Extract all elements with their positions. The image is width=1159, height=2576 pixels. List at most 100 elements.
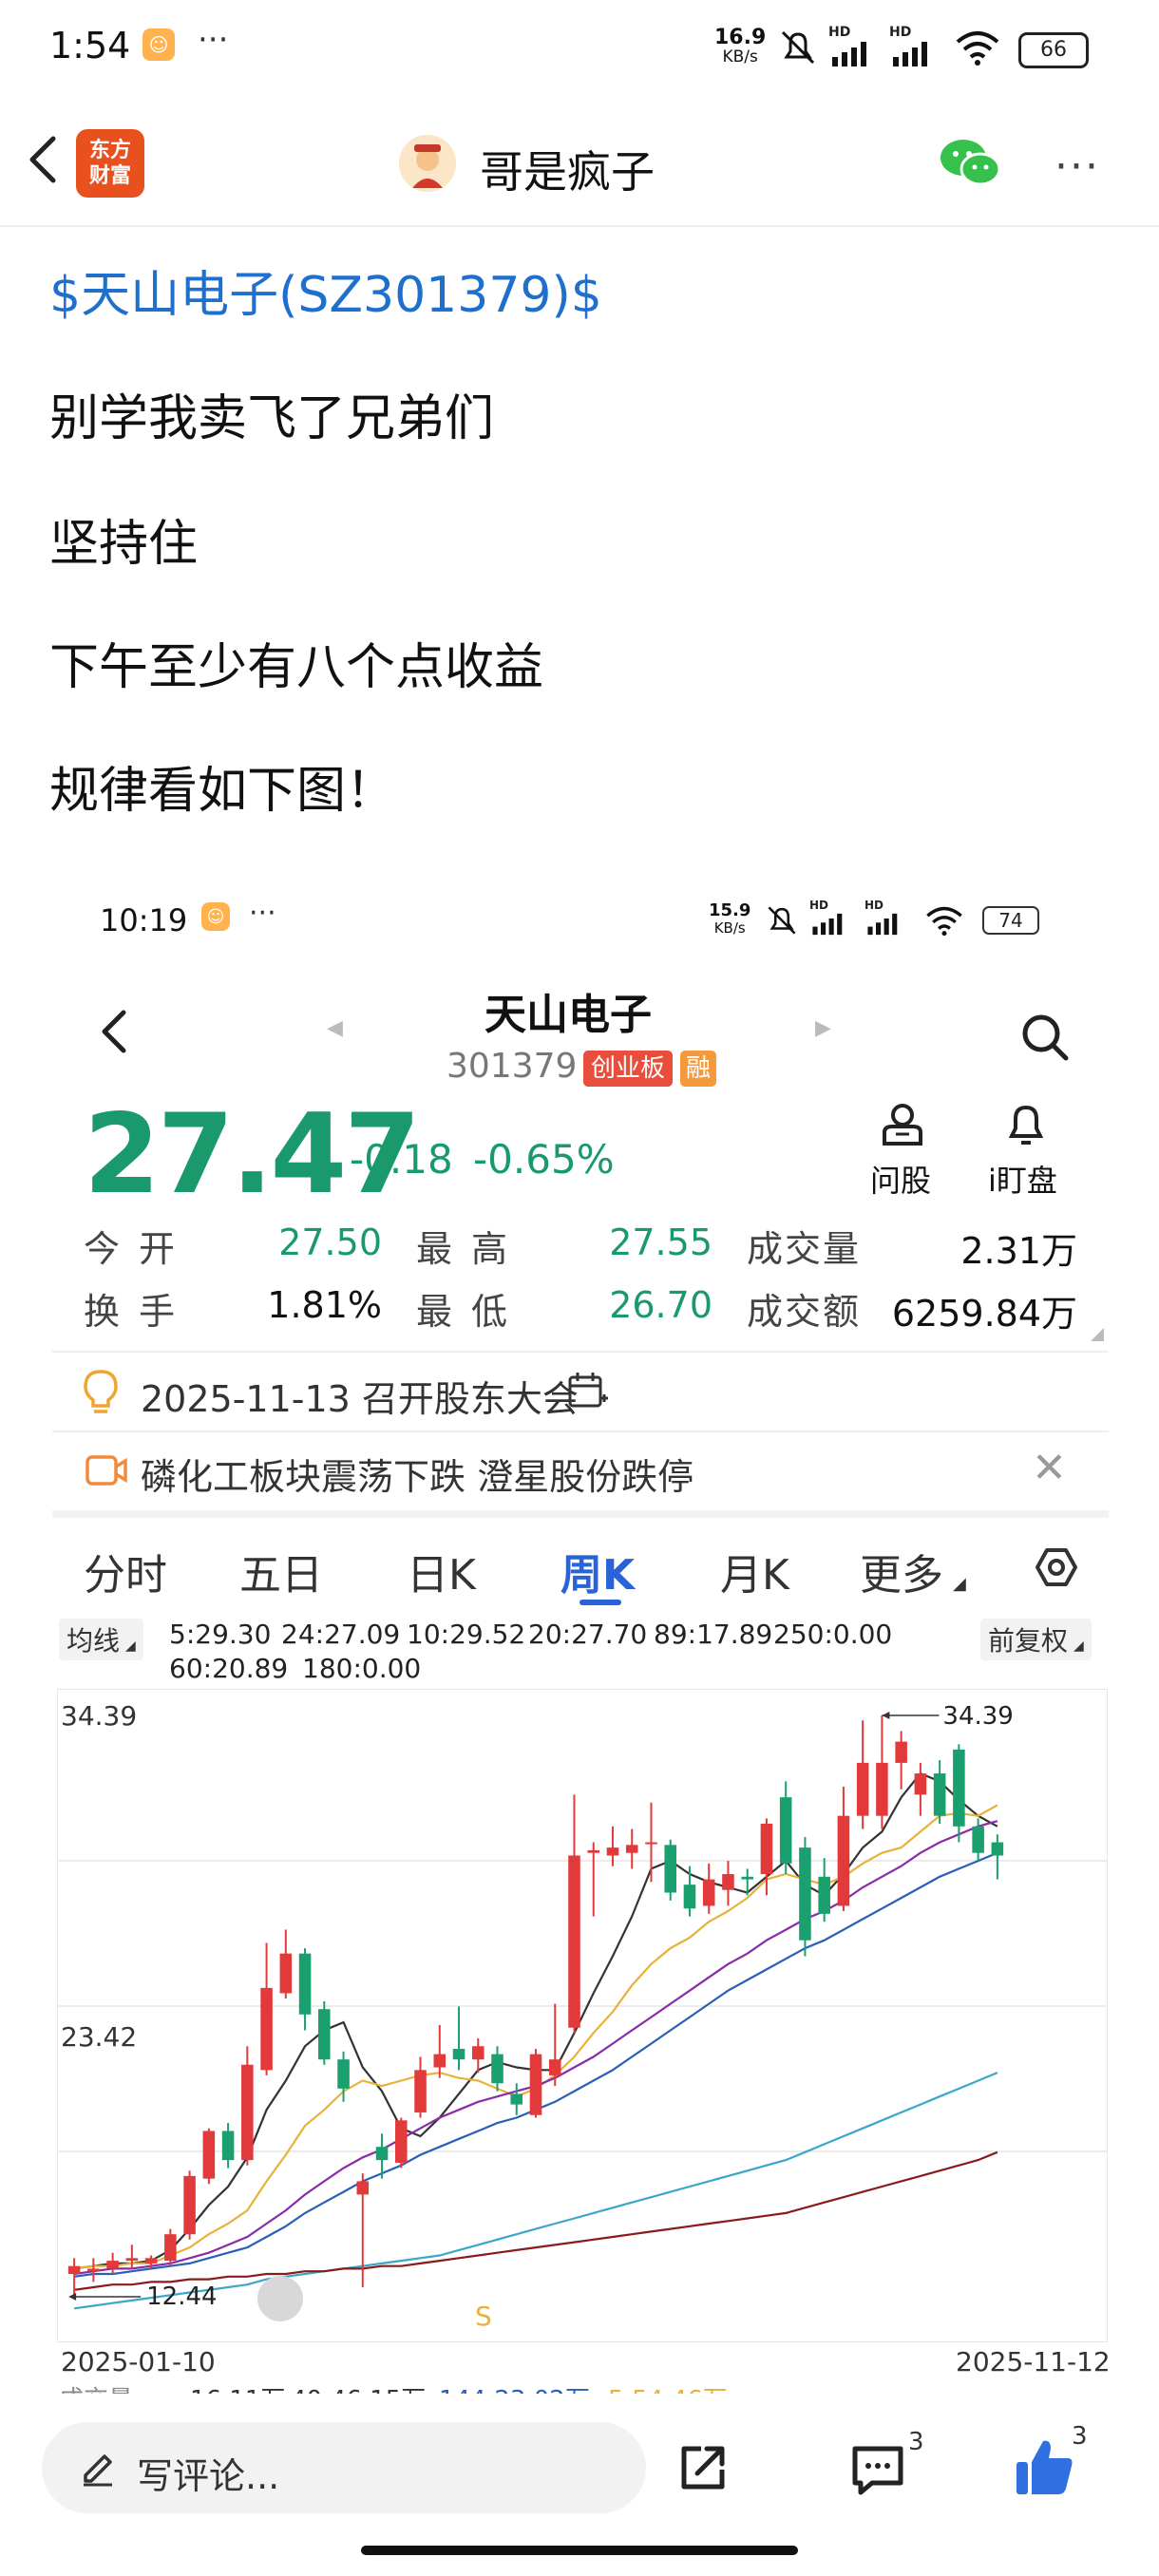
- author-avatar[interactable]: [399, 135, 456, 192]
- turnover-label: 换手: [84, 1291, 195, 1333]
- signal-1-icon: HD: [828, 25, 882, 72]
- tab-more-label: 更多: [860, 1551, 943, 1600]
- inner-status-more-icon: ···: [249, 897, 276, 930]
- candle-body: [298, 1953, 312, 2015]
- candle-body: [568, 1855, 580, 2028]
- candle-body: [722, 1874, 734, 1890]
- adjust-button[interactable]: 前复权 ◢: [980, 1619, 1092, 1660]
- like-icon[interactable]: [1015, 2437, 1075, 2496]
- inner-net-speed-unit: KB/s: [713, 919, 746, 937]
- ask-icon[interactable]: [879, 1102, 926, 1147]
- candle-body: [779, 1797, 792, 1864]
- share-icon[interactable]: [676, 2441, 730, 2494]
- candle-body: [587, 1849, 600, 1853]
- inner-signal-2-icon: HD: [864, 899, 910, 940]
- post-line-4: 规律看如下图！: [49, 763, 396, 820]
- active-tab-indicator: [580, 1600, 621, 1605]
- video-news-icon: [86, 1455, 127, 1486]
- next-stock-icon[interactable]: ▶: [815, 1016, 831, 1040]
- candle-body: [452, 2049, 466, 2060]
- ma-20: 20:27.70: [528, 1619, 648, 1650]
- price-change-value: -0.18: [350, 1136, 453, 1183]
- candle-body: [625, 1845, 638, 1853]
- comment-icon[interactable]: [849, 2443, 906, 2496]
- back-icon[interactable]: [21, 131, 66, 188]
- weekly-k-chart[interactable]: 34.39 12.44 S: [57, 1689, 1108, 2342]
- inner-signal-1-icon: HD: [809, 899, 855, 940]
- header-divider: [0, 225, 1159, 227]
- stock-name: 天山电子: [484, 991, 652, 1039]
- y-max-label: 34.39: [61, 1700, 138, 1732]
- candle-body: [471, 2046, 484, 2060]
- inner-signal-1-bars: [812, 913, 843, 936]
- net-speed-unit: KB/s: [722, 47, 758, 66]
- stock-back-icon[interactable]: [95, 1005, 133, 1058]
- post-line-2: 坚持住: [49, 516, 199, 573]
- candle-body: [645, 1842, 657, 1845]
- signal-2-hd: HD: [889, 25, 912, 40]
- candle-body: [356, 2181, 370, 2195]
- volume-value: 2.31万: [960, 1230, 1077, 1272]
- battery-icon: 66: [1018, 32, 1089, 68]
- tab-more[interactable]: 更多 ◢: [860, 1541, 966, 1601]
- tab-monthly-k[interactable]: 月K: [720, 1541, 789, 1601]
- tab-five-day[interactable]: 五日: [239, 1541, 323, 1601]
- news-text[interactable]: 磷化工板块震荡下跌 澄星股份跌停: [141, 1448, 694, 1500]
- ma-caret-icon: ◢: [125, 1638, 136, 1654]
- chart-settings-icon[interactable]: [1034, 1544, 1079, 1590]
- board-tag: 创业板: [583, 1051, 674, 1087]
- candle-body: [164, 2234, 177, 2262]
- wechat-share-icon[interactable]: [939, 137, 1001, 188]
- stock-link[interactable]: $天山电子(SZ301379)$: [49, 255, 602, 326]
- close-news-icon[interactable]: ✕: [1032, 1444, 1067, 1492]
- prev-stock-icon[interactable]: ◀: [327, 1016, 343, 1040]
- high-label: 最高: [416, 1228, 527, 1270]
- candle-body: [933, 1773, 946, 1816]
- tab-intraday[interactable]: 分时: [84, 1541, 167, 1601]
- turnover-value: 1.81%: [267, 1284, 382, 1326]
- candle-body: [953, 1749, 965, 1827]
- signal-2-bars: [893, 42, 927, 66]
- pencil-icon: [84, 2454, 112, 2487]
- watch-label[interactable]: i盯盘: [988, 1157, 1057, 1201]
- comment-input[interactable]: [42, 2422, 646, 2513]
- search-icon[interactable]: [1018, 1011, 1072, 1064]
- candle-body: [895, 1741, 907, 1763]
- candle-body: [106, 2261, 119, 2269]
- open-value: 27.50: [278, 1222, 382, 1263]
- tab-weekly-k[interactable]: 周K: [560, 1541, 635, 1601]
- ma-button-label: 均线: [66, 1625, 121, 1657]
- candle-body: [837, 1815, 850, 1906]
- notice-text[interactable]: 2025-11-13 召开股东大会: [141, 1370, 579, 1422]
- price-change-pct: -0.65%: [473, 1136, 615, 1183]
- signal-s-label: S: [475, 2301, 492, 2332]
- more-menu-icon[interactable]: ···: [1054, 142, 1100, 191]
- ma-button[interactable]: 均线 ◢: [59, 1619, 143, 1660]
- tab-daily-k[interactable]: 日K: [407, 1541, 476, 1601]
- calendar-add-icon[interactable]: [566, 1370, 608, 1411]
- inner-status-time: 10:19: [100, 902, 188, 938]
- bell-icon[interactable]: [1002, 1102, 1050, 1147]
- comment-count: 3: [908, 2428, 924, 2456]
- candle-body: [433, 2054, 446, 2068]
- comment-placeholder[interactable]: 写评论...: [137, 2447, 279, 2499]
- candle-body: [818, 1876, 830, 1914]
- ask-label[interactable]: 问股: [870, 1157, 931, 1201]
- amount-value: 6259.84万: [891, 1293, 1077, 1335]
- wifi-icon: [956, 31, 999, 66]
- expand-corner-icon[interactable]: [1091, 1328, 1104, 1341]
- author-name[interactable]: 哥是疯子: [480, 138, 655, 200]
- candle-body: [510, 2093, 523, 2105]
- candle-body: [799, 1847, 811, 1941]
- ma-10: 10:29.52: [407, 1619, 526, 1650]
- low-label: 最低: [416, 1291, 527, 1333]
- watermark-badge: [257, 2276, 303, 2321]
- candle-body: [202, 2131, 216, 2179]
- ma-250: 250:0.00: [773, 1619, 893, 1650]
- bulb-icon: [84, 1370, 118, 1413]
- candle-body: [914, 1773, 927, 1795]
- post-line-1: 别学我卖飞了兄弟们: [49, 390, 495, 447]
- eastmoney-logo[interactable]: 东方 财富: [76, 129, 144, 198]
- signal-2-icon: HD: [889, 25, 942, 72]
- candle-body: [548, 2059, 561, 2075]
